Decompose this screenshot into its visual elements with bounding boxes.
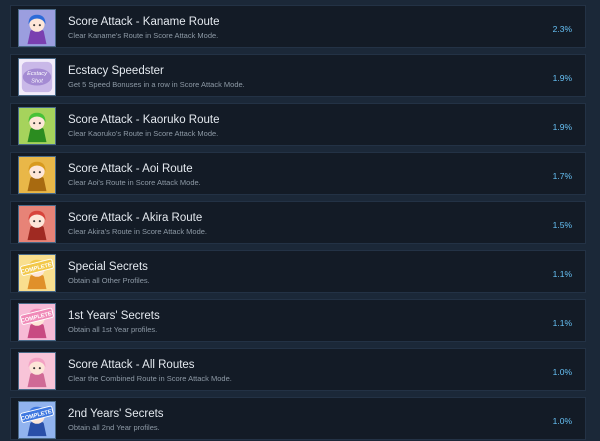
achievement-row-8[interactable]: Score Attack - All Routes Clear the Comb…: [10, 348, 586, 391]
complete-stamp-icon: COMPLETE!: [18, 254, 56, 292]
achievement-row-9[interactable]: COMPLETE! 2nd Years' Secrets Obtain all …: [10, 397, 586, 440]
achievement-percent: 1.5%: [552, 220, 572, 230]
achievement-title: Ecstacy Speedster: [68, 65, 164, 77]
achievement-percent: 1.0%: [552, 367, 572, 377]
complete-stamp-icon: COMPLETE!: [18, 303, 56, 341]
achievement-percent: 1.9%: [552, 73, 572, 83]
achievement-title: Score Attack - Akira Route: [68, 212, 203, 224]
achievement-row-3[interactable]: Score Attack - Kaoruko Route Clear Kaoru…: [10, 103, 586, 146]
svg-text:Shot: Shot: [31, 79, 43, 85]
achievement-row-2[interactable]: Ecstacy Shot Ecstacy Speedster Get 5 Spee…: [10, 54, 586, 97]
kaname-portrait-icon: [18, 9, 56, 47]
achievement-percent: 1.1%: [552, 318, 572, 328]
complete-stamp-icon: COMPLETE!: [18, 401, 56, 439]
akira-portrait-icon: [18, 205, 56, 243]
kaoruko-portrait-icon: [18, 107, 56, 145]
achievement-percent: 1.1%: [552, 269, 572, 279]
achievement-title: Score Attack - Kaoruko Route: [68, 114, 220, 126]
achievement-description: Clear Kaname's Route in Score Attack Mod…: [68, 31, 219, 40]
achievement-list: Score Attack - Kaname Route Clear Kaname…: [0, 0, 600, 441]
achievement-description: Get 5 Speed Bonuses in a row in Score At…: [68, 80, 245, 89]
achievement-description: Clear Akira's Route in Score Attack Mode…: [68, 227, 207, 236]
all-routes-portrait-icon: [18, 352, 56, 390]
achievement-description: Clear Aoi's Route in Score Attack Mode.: [68, 178, 201, 187]
achievement-percent: 1.9%: [552, 122, 572, 132]
achievement-title: Special Secrets: [68, 261, 148, 273]
achievement-title: Score Attack - Kaname Route: [68, 16, 220, 28]
achievement-percent: 1.7%: [552, 171, 572, 181]
achievement-description: Clear Kaoruko's Route in Score Attack Mo…: [68, 129, 219, 138]
icon-caption: Ecstacy: [27, 71, 48, 77]
achievement-title: Score Attack - Aoi Route: [68, 163, 193, 175]
aoi-portrait-icon: [18, 156, 56, 194]
achievement-description: Obtain all 1st Year profiles.: [68, 325, 158, 334]
achievement-row-4[interactable]: Score Attack - Aoi Route Clear Aoi's Rou…: [10, 152, 586, 195]
achievement-description: Obtain all 2nd Year profiles.: [68, 423, 160, 432]
achievement-description: Obtain all Other Profiles.: [68, 276, 150, 285]
achievement-title: Score Attack - All Routes: [68, 359, 195, 371]
achievement-percent: 1.0%: [552, 416, 572, 426]
achievement-row-7[interactable]: COMPLETE! 1st Years' Secrets Obtain all …: [10, 299, 586, 342]
ecstacy-shot-logo-icon: Ecstacy Shot: [18, 58, 56, 96]
achievement-title: 1st Years' Secrets: [68, 310, 160, 322]
achievement-row-1[interactable]: Score Attack - Kaname Route Clear Kaname…: [10, 5, 586, 48]
achievement-row-6[interactable]: COMPLETE! Special Secrets Obtain all Oth…: [10, 250, 586, 293]
achievement-description: Clear the Combined Route in Score Attack…: [68, 374, 232, 383]
achievement-percent: 2.3%: [552, 24, 572, 34]
achievement-title: 2nd Years' Secrets: [68, 408, 164, 420]
achievement-row-5[interactable]: Score Attack - Akira Route Clear Akira's…: [10, 201, 586, 244]
